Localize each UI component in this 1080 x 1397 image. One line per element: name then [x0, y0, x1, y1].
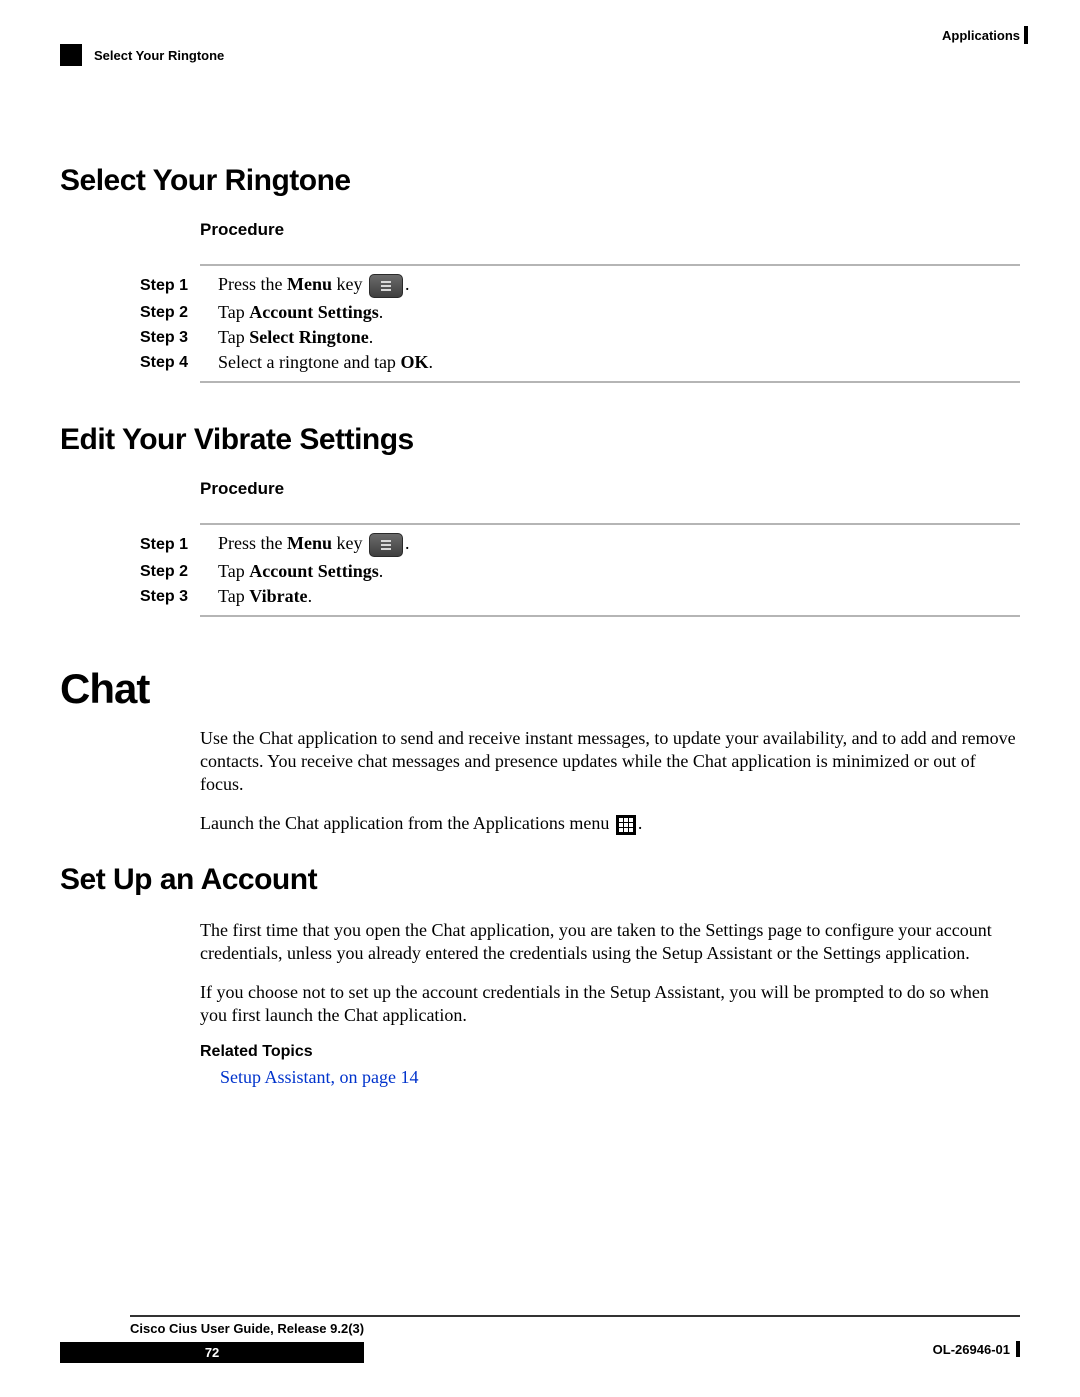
step-text: Tap Account Settings.	[218, 559, 960, 584]
chapter-heading-chat: Chat	[60, 665, 1020, 713]
step-row: Step 4 Select a ringtone and tap OK.	[140, 350, 960, 375]
header-breadcrumb: Select Your Ringtone	[94, 48, 224, 63]
procedure-rule-top	[200, 264, 1020, 266]
procedure-steps-vibrate: Step 1 Press the Menu key . Step 2 Tap A…	[140, 531, 960, 609]
menu-key-icon	[369, 274, 403, 298]
section-heading-setup: Set Up an Account	[60, 863, 1020, 897]
step-label: Step 2	[140, 559, 218, 584]
footer-accent-bar	[1016, 1341, 1020, 1357]
step-text: Select a ringtone and tap OK.	[218, 350, 960, 375]
step-label: Step 2	[140, 300, 218, 325]
step-label: Step 1	[140, 272, 218, 300]
header-accent-bar	[1024, 26, 1028, 44]
step-label: Step 3	[140, 325, 218, 350]
procedure-steps-ringtone: Step 1 Press the Menu key . Step 2 Tap A…	[140, 272, 960, 375]
applications-menu-icon	[616, 815, 636, 835]
procedure-rule-top	[200, 523, 1020, 525]
footer-doc-title: Cisco Cius User Guide, Release 9.2(3)	[130, 1321, 364, 1336]
step-row: Step 3 Tap Select Ringtone.	[140, 325, 960, 350]
page-header: Applications Select Your Ringtone	[60, 28, 1020, 54]
document-page: Applications Select Your Ringtone Select…	[0, 0, 1080, 1397]
step-label: Step 1	[140, 531, 218, 559]
step-text: Press the Menu key .	[218, 272, 960, 300]
page-content: Select Your Ringtone Procedure Step 1 Pr…	[60, 54, 1020, 1088]
step-label: Step 3	[140, 584, 218, 609]
page-footer: Cisco Cius User Guide, Release 9.2(3) 72…	[60, 1315, 1020, 1363]
related-topics-label: Related Topics	[200, 1043, 1020, 1061]
step-row: Step 1 Press the Menu key .	[140, 272, 960, 300]
chat-paragraph-2: Launch the Chat application from the App…	[200, 812, 1020, 835]
menu-key-icon	[369, 533, 403, 557]
step-text: Tap Select Ringtone.	[218, 325, 960, 350]
step-text: Tap Account Settings.	[218, 300, 960, 325]
section-heading-vibrate: Edit Your Vibrate Settings	[60, 423, 1020, 457]
setup-paragraph-1: The first time that you open the Chat ap…	[200, 919, 1020, 965]
step-label: Step 4	[140, 350, 218, 375]
footer-page-number: 72	[60, 1342, 364, 1363]
footer-rule	[130, 1315, 1020, 1317]
footer-doc-id: OL-26946-01	[933, 1342, 1010, 1357]
procedure-label: Procedure	[200, 220, 1020, 240]
step-row: Step 1 Press the Menu key .	[140, 531, 960, 559]
section-heading-ringtone: Select Your Ringtone	[60, 164, 1020, 198]
step-text: Tap Vibrate.	[218, 584, 960, 609]
procedure-label: Procedure	[200, 479, 1020, 499]
chat-paragraph-1: Use the Chat application to send and rec…	[200, 727, 1020, 796]
header-block-icon	[60, 44, 82, 66]
header-chapter-label: Applications	[942, 28, 1020, 43]
step-row: Step 2 Tap Account Settings.	[140, 559, 960, 584]
procedure-rule-bottom	[200, 615, 1020, 617]
step-row: Step 3 Tap Vibrate.	[140, 584, 960, 609]
related-topic-link[interactable]: Setup Assistant, on page 14	[220, 1067, 419, 1087]
setup-paragraph-2: If you choose not to set up the account …	[200, 981, 1020, 1027]
step-row: Step 2 Tap Account Settings.	[140, 300, 960, 325]
step-text: Press the Menu key .	[218, 531, 960, 559]
header-chapter-text: Applications	[942, 28, 1020, 43]
